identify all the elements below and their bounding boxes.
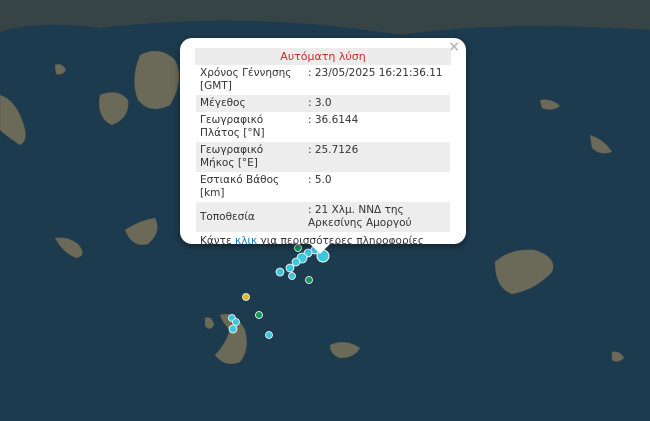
more-info-prefix: Κάντε <box>200 235 232 247</box>
quake-marker[interactable] <box>291 257 301 267</box>
quake-marker[interactable] <box>285 263 295 273</box>
table-row: Γεωγραφικό Μήκος [°E] : 25.7126 <box>196 142 450 172</box>
quake-marker[interactable] <box>242 293 250 301</box>
detail-value: : 36.6144 <box>308 114 359 126</box>
detail-value: : 5.0 <box>308 174 332 186</box>
quake-marker[interactable] <box>288 272 296 280</box>
detail-label: Γεωγραφικό Μήκος [°E] <box>200 144 264 169</box>
island-naxos-shape <box>134 50 180 110</box>
quake-marker[interactable] <box>305 276 313 284</box>
popup-title: Αυτόματη λύση <box>195 48 451 65</box>
detail-label: Χρόνος Γέννησης [GMT] <box>200 67 292 92</box>
more-info-suffix: για περισσότερες πληροφορίες <box>260 235 425 247</box>
close-icon[interactable]: × <box>448 39 460 55</box>
detail-label: Μέγεθος <box>200 97 246 109</box>
table-row: Τοποθεσία : 21 Χλμ. ΝΝΔ της Αρκεσίνης Αμ… <box>196 202 450 232</box>
quake-marker[interactable] <box>228 324 238 334</box>
quake-marker[interactable] <box>255 311 263 319</box>
detail-label: Τοποθεσία <box>200 210 255 223</box>
table-row: Μέγεθος : 3.0 <box>196 95 450 112</box>
quake-marker[interactable] <box>275 267 285 277</box>
detail-label: Γεωγραφικό Πλάτος [°N] <box>200 114 265 139</box>
table-row: Εστιακό Βάθος [km] : 5.0 <box>196 172 450 202</box>
quake-marker[interactable] <box>265 331 273 339</box>
more-info-line: Κάντε κλικ για περισσότερες πληροφορίες <box>196 232 450 250</box>
quake-marker[interactable] <box>232 318 240 326</box>
earthquake-details-table: Χρόνος Γέννησης [GMT] : 23/05/2025 16:21… <box>196 65 450 232</box>
detail-value: : 3.0 <box>308 97 332 109</box>
detail-value: : 23/05/2025 16:21:36.11 <box>308 67 443 79</box>
more-info-link[interactable]: κλικ <box>235 235 257 247</box>
earthquake-info-popup: × Αυτόματη λύση Χρόνος Γέννησης [GMT] : … <box>180 38 466 254</box>
table-row: Χρόνος Γέννησης [GMT] : 23/05/2025 16:21… <box>196 65 450 95</box>
detail-label: Εστιακό Βάθος [km] <box>200 174 280 199</box>
table-row: Γεωγραφικό Πλάτος [°N] : 36.6144 <box>196 112 450 142</box>
detail-value: : 25.7126 <box>308 144 359 156</box>
detail-value: : 21 Χλμ. ΝΝΔ της Αρκεσίνης Αμοργού <box>308 204 412 229</box>
